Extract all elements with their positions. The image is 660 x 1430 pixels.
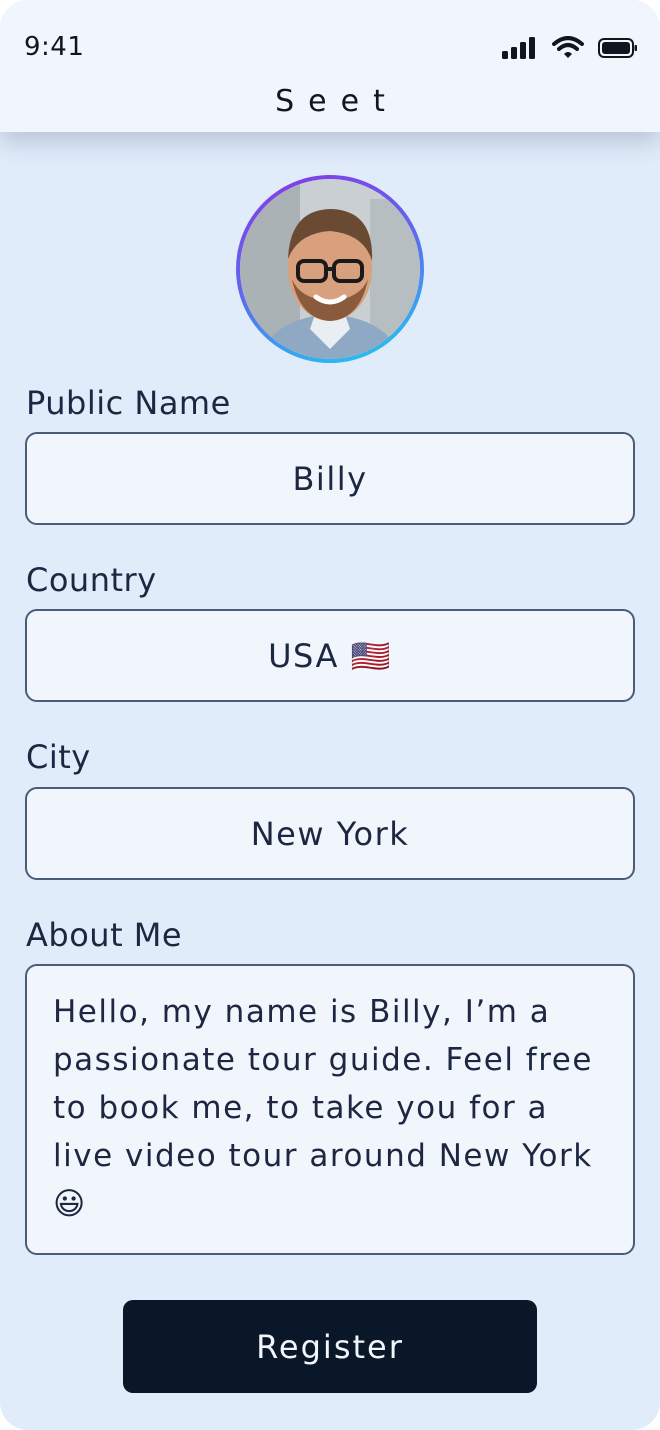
city-field[interactable]: New York	[25, 787, 635, 880]
city-label: City	[26, 738, 91, 776]
wifi-icon	[552, 36, 584, 58]
country-field[interactable]: USA 🇺🇸	[25, 609, 635, 702]
avatar[interactable]	[236, 175, 424, 363]
register-button[interactable]: Register	[123, 1300, 537, 1393]
about-me-textarea[interactable]: Hello, my name is Billy, I’m a passionat…	[25, 964, 635, 1255]
app-screen: 9:41 Seet Public Name Billy Country USA …	[0, 0, 660, 1430]
profile-photo	[240, 179, 420, 359]
battery-icon	[598, 38, 637, 58]
public-name-label: Public Name	[26, 384, 231, 422]
public-name-field[interactable]: Billy	[25, 432, 635, 525]
about-me-label: About Me	[26, 916, 183, 954]
status-icons	[502, 36, 638, 60]
top-bar: 9:41 Seet	[0, 0, 660, 132]
status-time: 9:41	[24, 32, 85, 62]
cellular-signal-icon	[502, 37, 535, 59]
brand-logo: Seet	[275, 84, 399, 119]
country-label: Country	[26, 561, 157, 599]
